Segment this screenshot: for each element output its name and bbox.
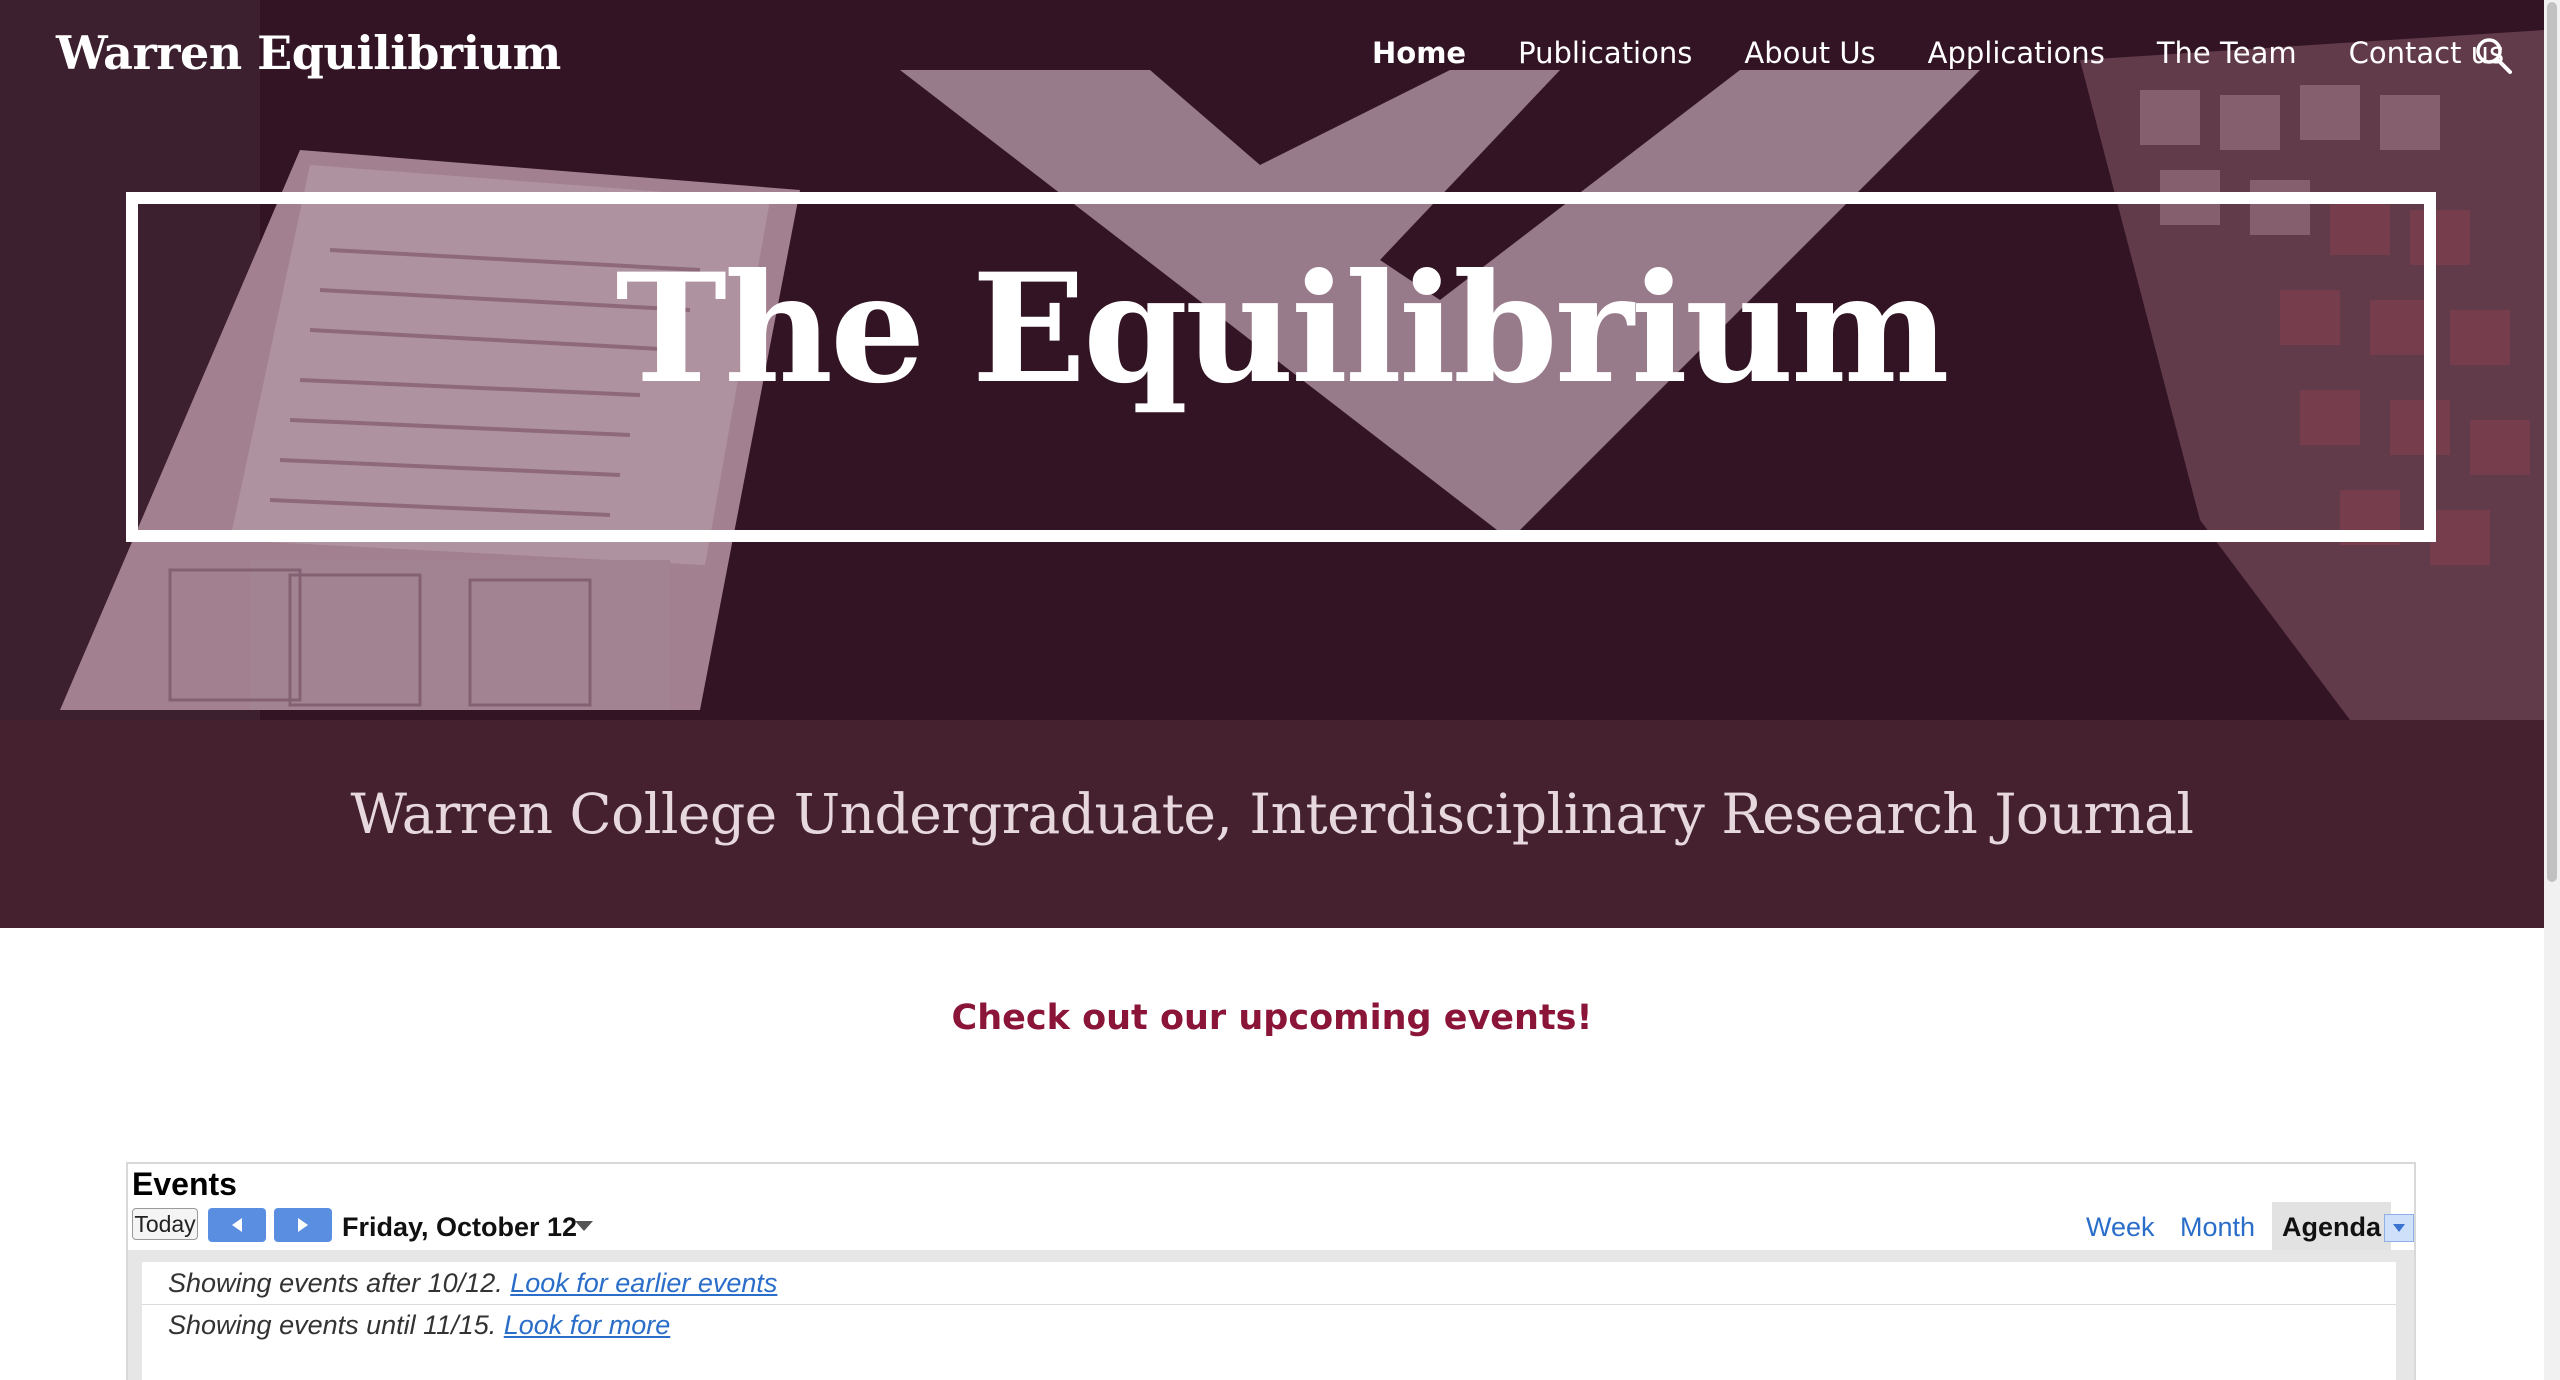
search-button[interactable] <box>2474 36 2514 76</box>
hero-banner: Warren Equilibrium Home Publications Abo… <box>0 0 2544 720</box>
agenda-view: Showing events after 10/12. Look for ear… <box>128 1250 2414 1380</box>
agenda-list: Showing events after 10/12. Look for ear… <box>142 1262 2396 1380</box>
view-tab-week[interactable]: Week <box>2086 1212 2155 1243</box>
date-picker-caret-icon[interactable] <box>574 1220 594 1232</box>
events-calendar: Events Today Friday, October 12 Week Mon… <box>126 1162 2416 1380</box>
page: Warren Equilibrium Home Publications Abo… <box>0 0 2544 1380</box>
nav-item-the-team[interactable]: The Team <box>2157 36 2297 70</box>
journal-subtitle: Warren College Undergraduate, Interdisci… <box>350 782 2194 846</box>
nav-item-home[interactable]: Home <box>1372 36 1466 70</box>
view-tab-month[interactable]: Month <box>2180 1212 2255 1243</box>
next-button[interactable] <box>274 1208 332 1242</box>
subtitle-band: Warren College Undergraduate, Interdisci… <box>0 720 2544 928</box>
scrollbar-thumb[interactable] <box>2547 2 2557 882</box>
hero-title: The Equilibrium <box>615 241 1949 417</box>
agenda-status-row: Showing events after 10/12. Look for ear… <box>142 1262 2396 1305</box>
main-nav: Home Publications About Us Applications … <box>1372 36 2504 70</box>
nav-item-publications[interactable]: Publications <box>1518 36 1692 70</box>
agenda-status-row: Showing events until 11/15. Look for mor… <box>142 1304 2396 1346</box>
nav-item-about-us[interactable]: About Us <box>1744 36 1875 70</box>
agenda-range-start-text: Showing events after 10/12. <box>168 1268 503 1298</box>
today-button[interactable]: Today <box>132 1208 198 1240</box>
triangle-right-icon <box>298 1218 308 1232</box>
more-events-link[interactable]: Look for more <box>504 1310 671 1340</box>
triangle-left-icon <box>232 1218 242 1232</box>
page-scrollbar[interactable] <box>2544 0 2560 1380</box>
previous-button[interactable] <box>208 1208 266 1242</box>
search-icon <box>2476 38 2512 74</box>
current-date-label[interactable]: Friday, October 12 <box>342 1212 577 1243</box>
view-options-dropdown[interactable] <box>2384 1214 2414 1242</box>
earlier-events-link[interactable]: Look for earlier events <box>510 1268 777 1298</box>
events-heading: Check out our upcoming events! <box>951 998 1593 1038</box>
chevron-down-icon <box>2393 1224 2405 1232</box>
agenda-range-end-text: Showing events until 11/15. <box>168 1310 497 1340</box>
calendar-title: Events <box>132 1166 237 1202</box>
nav-item-applications[interactable]: Applications <box>1928 36 2105 70</box>
view-tab-agenda[interactable]: Agenda <box>2272 1202 2392 1250</box>
site-title[interactable]: Warren Equilibrium <box>56 26 561 80</box>
